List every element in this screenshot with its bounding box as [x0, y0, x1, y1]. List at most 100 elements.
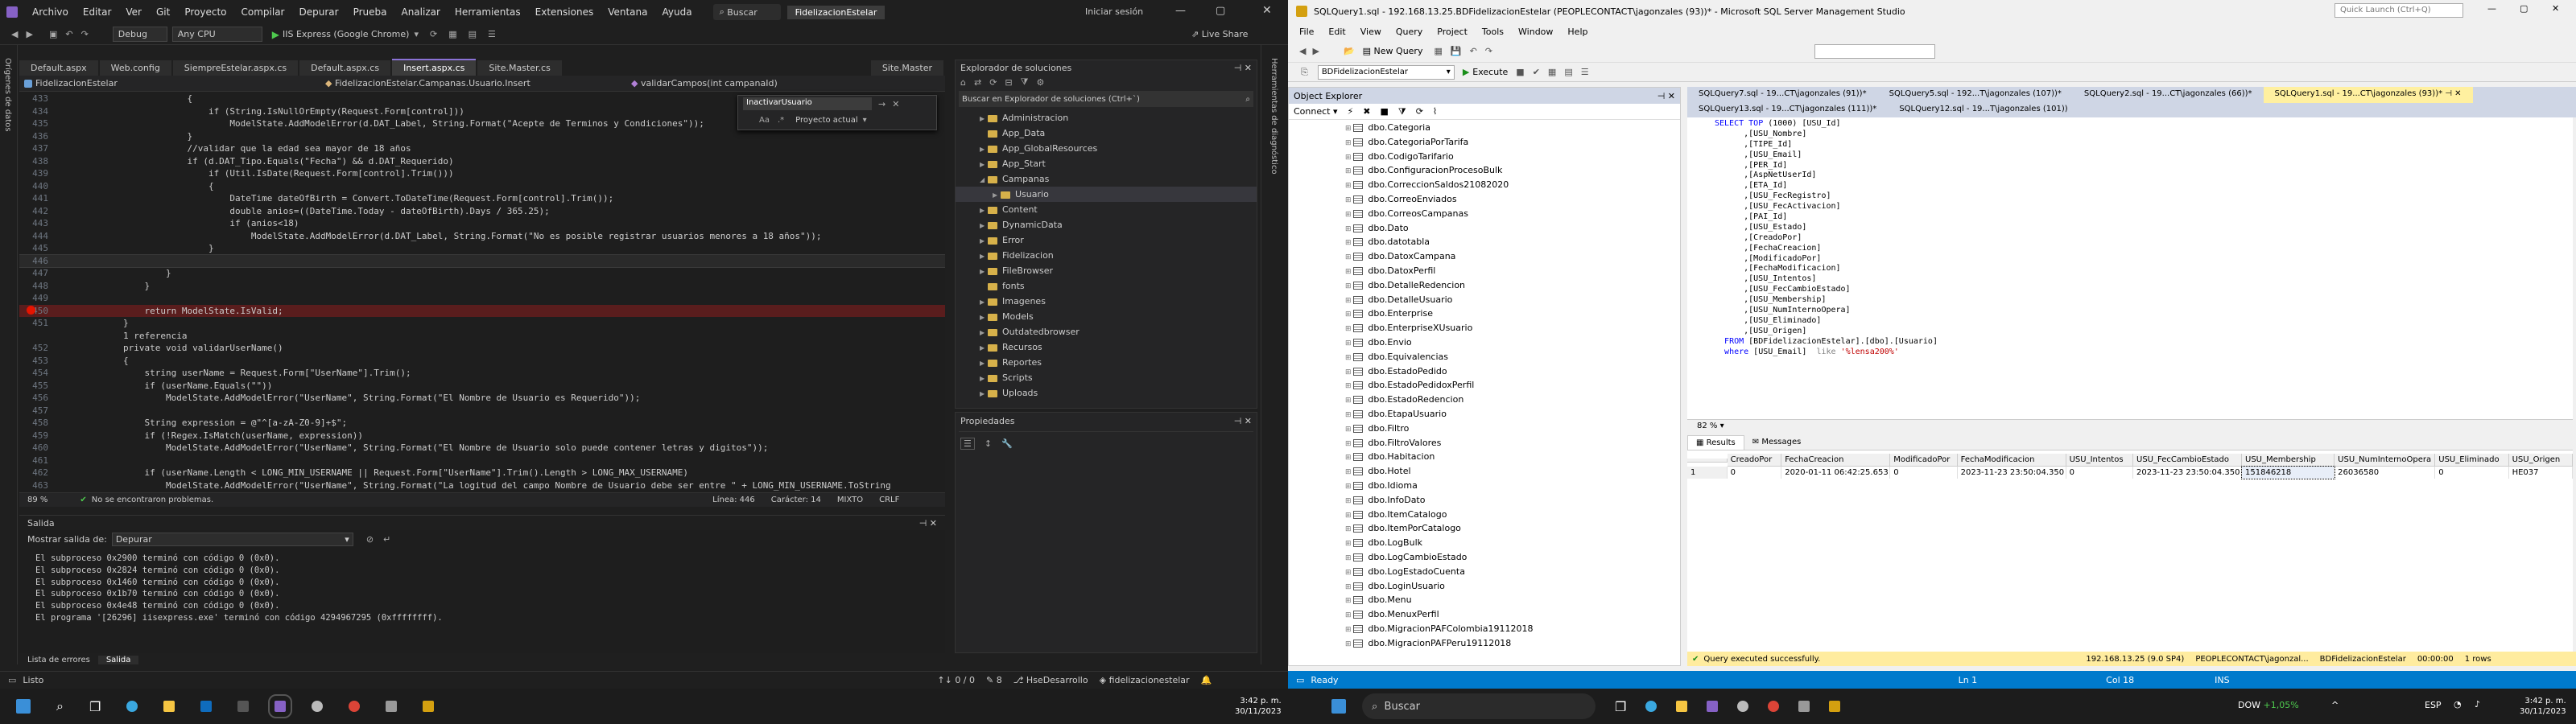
- collapse-icon[interactable]: ⊟: [1005, 77, 1012, 88]
- expand-chevron-icon[interactable]: ▶: [980, 233, 988, 249]
- pin-icon[interactable]: ⊣: [1657, 91, 1666, 101]
- back-icon[interactable]: ◀: [1299, 46, 1306, 56]
- pin-icon[interactable]: ⊣: [1234, 63, 1242, 73]
- back-icon[interactable]: ◀: [11, 29, 18, 39]
- oe-table-item[interactable]: ⊞ dbo.FiltroValores: [1345, 436, 1680, 450]
- stop-icon[interactable]: ■: [1516, 67, 1524, 77]
- vs-menu-item[interactable]: Git: [156, 6, 170, 18]
- redo-icon[interactable]: ↷: [1485, 46, 1492, 56]
- find-next-icon[interactable]: →: [878, 99, 886, 109]
- oe-table-item[interactable]: ⊞ dbo.MenuxPerfil: [1345, 607, 1680, 622]
- taskbar-search[interactable]: ⌕ Buscar: [1362, 693, 1596, 719]
- expand-icon[interactable]: ⊞: [1345, 554, 1353, 562]
- alphabetical-icon[interactable]: ↕: [985, 438, 992, 449]
- query-tab[interactable]: SQLQuery7.sql - 19...CT\jagonzales (91))…: [1687, 87, 1878, 103]
- expand-icon[interactable]: ⊞: [1345, 440, 1353, 448]
- oe-table-item[interactable]: ⊞ dbo.LogBulk: [1345, 536, 1680, 550]
- start-icon[interactable]: [1331, 699, 1346, 714]
- oe-table-item[interactable]: ⊞ dbo.EnterpriseXUsuario: [1345, 321, 1680, 335]
- wifi-icon[interactable]: ◔: [2454, 699, 2462, 710]
- clock-right[interactable]: 3:42 p. m. 30/11/2023: [2520, 696, 2566, 717]
- oe-table-item[interactable]: ⊞ dbo.Envio: [1345, 335, 1680, 350]
- save-icon[interactable]: 💾: [1451, 46, 1462, 56]
- oe-table-item[interactable]: ⊞ dbo.ConfiguracionProcesoBulk: [1345, 163, 1680, 178]
- undo-icon[interactable]: ↶: [65, 29, 72, 39]
- save-icon[interactable]: ▣: [49, 29, 57, 39]
- vs-menu-item[interactable]: Ayuda: [663, 6, 692, 18]
- git-repo[interactable]: ◈ fidelizacionestelar: [1100, 675, 1190, 685]
- oe-table-item[interactable]: ⊞ dbo.Idioma: [1345, 479, 1680, 493]
- zoom-level[interactable]: 89 %: [27, 496, 47, 504]
- toolbar-icon[interactable]: ▦: [448, 29, 456, 39]
- expand-chevron-icon[interactable]: ▶: [980, 325, 988, 340]
- grid-column-header[interactable]: USU_Eliminado: [2435, 454, 2509, 467]
- toolbar-icon[interactable]: ▤: [469, 29, 477, 39]
- expand-chevron-icon[interactable]: ◢: [980, 172, 988, 187]
- expand-icon[interactable]: ⊞: [1345, 540, 1353, 548]
- find-input[interactable]: InactivarUsuario: [743, 97, 872, 110]
- solution-tree-item[interactable]: ▶ Usuario: [956, 187, 1257, 202]
- indent-mode[interactable]: MIXTO: [837, 496, 863, 504]
- find-close-icon[interactable]: ✕: [892, 99, 899, 109]
- volume-icon[interactable]: ♪: [2475, 699, 2480, 710]
- stop-icon[interactable]: ■: [1380, 106, 1388, 117]
- vs-menu-item[interactable]: Extensiones: [535, 6, 594, 18]
- expand-icon[interactable]: ⊞: [1345, 454, 1353, 462]
- edge-icon[interactable]: [1645, 701, 1657, 712]
- expand-icon[interactable]: ⊞: [1345, 268, 1353, 276]
- expand-icon[interactable]: ⊞: [1345, 397, 1353, 405]
- sync-icon[interactable]: ⇄: [974, 77, 981, 88]
- solution-tree-item[interactable]: ▶ Scripts: [956, 370, 1257, 385]
- query-tab[interactable]: SQLQuery5.sql - 192...T\jagonzales (107)…: [1878, 87, 2073, 103]
- maximize-button[interactable]: ▢: [2520, 3, 2528, 14]
- editor-tab[interactable]: SiempreEstelar.aspx.cs: [172, 60, 299, 76]
- expand-icon[interactable]: ⊞: [1345, 354, 1353, 362]
- ssms-menu-item[interactable]: Help: [1567, 27, 1587, 37]
- oe-table-item[interactable]: ⊞ dbo.Filtro: [1345, 422, 1680, 436]
- solution-tree-item[interactable]: ▶ Fidelizacion: [956, 248, 1257, 263]
- grid-cell[interactable]: 0: [1890, 467, 1958, 479]
- clear-output-icon[interactable]: ⊘: [366, 534, 374, 545]
- vs-search-box[interactable]: ⌕ Buscar: [712, 4, 781, 20]
- expand-icon[interactable]: ⊞: [1345, 167, 1353, 175]
- git-branch[interactable]: ⎇ HseDesarrollo: [1013, 675, 1088, 685]
- editor-tab[interactable]: Site.Master.cs: [477, 60, 562, 76]
- forward-icon[interactable]: ▶: [26, 29, 32, 39]
- grid-column-header[interactable]: USU_Membership: [2242, 454, 2335, 467]
- solution-tree-item[interactable]: ▶ Imagenes: [956, 294, 1257, 309]
- oe-table-item[interactable]: ⊞ dbo.Habitacion: [1345, 450, 1680, 464]
- solution-tree-item[interactable]: ▶ Uploads: [956, 385, 1257, 401]
- search-icon[interactable]: ⌕: [56, 698, 64, 714]
- nav-project[interactable]: FidelizacionEstelar: [19, 78, 325, 88]
- refresh-icon[interactable]: ⟳: [989, 77, 997, 88]
- execute-button[interactable]: Execute: [1472, 67, 1508, 77]
- expand-icon[interactable]: ⊞: [1345, 239, 1353, 247]
- pin-icon[interactable]: ⊣: [919, 518, 927, 529]
- vs-menu-item[interactable]: Ver: [126, 6, 142, 18]
- toolbar-combo[interactable]: [1814, 43, 1936, 59]
- expand-icon[interactable]: ⊞: [1345, 426, 1353, 434]
- expand-icon[interactable]: ⊞: [1345, 640, 1353, 648]
- nav-member[interactable]: ◆ validarCampos(int campanaId): [631, 78, 921, 88]
- wrench-icon[interactable]: 🔧: [1001, 438, 1013, 449]
- expand-chevron-icon[interactable]: ▶: [980, 356, 988, 371]
- solution-tree-item[interactable]: ▶ Content: [956, 202, 1257, 217]
- expand-chevron-icon[interactable]: ▶: [993, 187, 1001, 203]
- grid-column-header[interactable]: USU_NumInternoOpera: [2334, 454, 2436, 467]
- expand-icon[interactable]: ⊞: [1345, 569, 1353, 577]
- chevron-down-icon[interactable]: ▾: [414, 29, 419, 39]
- eol-mode[interactable]: CRLF: [879, 496, 899, 504]
- undo-icon[interactable]: ↶: [1470, 46, 1477, 56]
- expand-icon[interactable]: ⊞: [1345, 525, 1353, 533]
- oe-table-item[interactable]: ⊞ dbo.ItemCatalogo: [1345, 508, 1680, 522]
- grid-column-header[interactable]: [1687, 458, 1728, 463]
- pin-icon[interactable]: ⊣: [1234, 416, 1242, 426]
- expand-chevron-icon[interactable]: ▶: [980, 340, 988, 356]
- database-select[interactable]: BDFidelizacionEstelar ▾: [1317, 64, 1455, 80]
- expand-icon[interactable]: ⊞: [1345, 311, 1353, 319]
- solution-tree-item[interactable]: ▶ DynamicData: [956, 217, 1257, 232]
- grid-column-header[interactable]: USU_Intentos: [2066, 454, 2134, 467]
- expand-chevron-icon[interactable]: ▶: [980, 264, 988, 279]
- grid-column-header[interactable]: USU_FecCambioEstado: [2133, 454, 2243, 467]
- result-tab[interactable]: ✉ Messages: [1744, 435, 1810, 449]
